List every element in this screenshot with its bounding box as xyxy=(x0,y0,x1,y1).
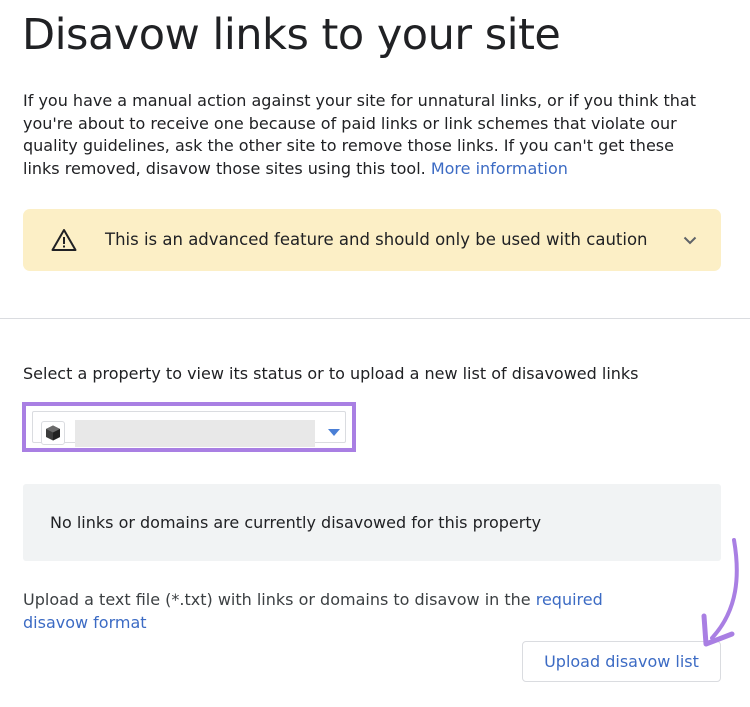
property-dropdown-field[interactable] xyxy=(32,411,346,447)
property-selected-value xyxy=(75,420,315,447)
property-cube-icon xyxy=(41,421,65,445)
dropdown-caret-icon[interactable] xyxy=(328,429,340,436)
page-title: Disavow links to your site xyxy=(22,10,561,60)
intro-paragraph: If you have a manual action against your… xyxy=(23,90,703,181)
warning-triangle-icon xyxy=(51,228,77,252)
property-dropdown[interactable] xyxy=(22,402,356,452)
upload-description-text: Upload a text file (*.txt) with links or… xyxy=(23,590,531,609)
chevron-down-icon[interactable] xyxy=(681,231,699,249)
warning-text: This is an advanced feature and should o… xyxy=(105,230,648,249)
disavow-status-panel: No links or domains are currently disavo… xyxy=(23,484,721,561)
property-select-label: Select a property to view its status or … xyxy=(23,364,639,383)
upload-disavow-list-button[interactable]: Upload disavow list xyxy=(522,641,721,682)
section-divider xyxy=(0,318,750,319)
upload-description: Upload a text file (*.txt) with links or… xyxy=(23,589,663,634)
advanced-feature-warning[interactable]: This is an advanced feature and should o… xyxy=(23,209,721,271)
more-information-link[interactable]: More information xyxy=(431,159,568,178)
disavow-status-text: No links or domains are currently disavo… xyxy=(50,513,542,532)
intro-text: If you have a manual action against your… xyxy=(23,91,696,179)
